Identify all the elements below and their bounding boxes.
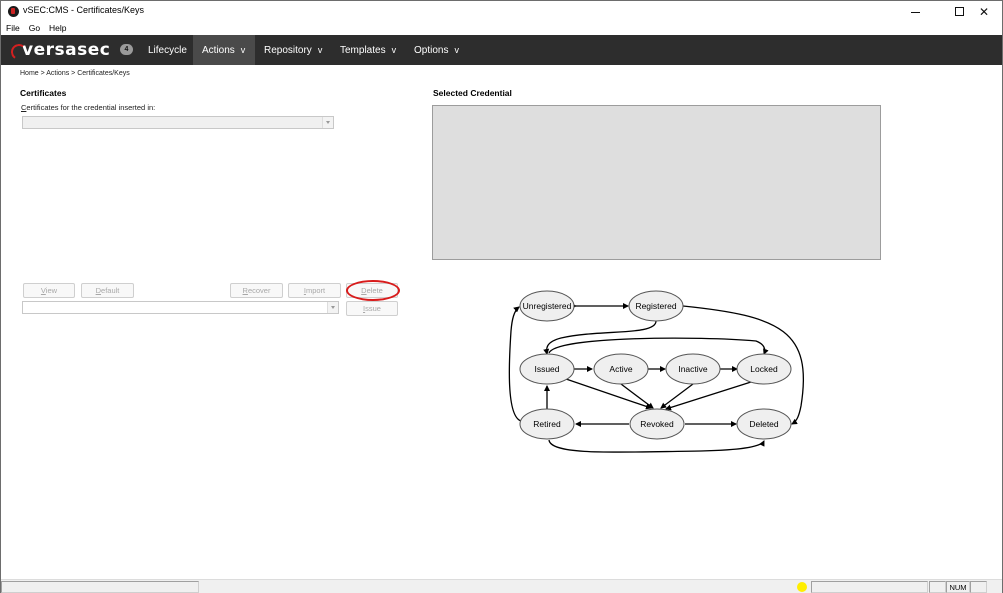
state-inactive: Inactive: [678, 364, 708, 374]
import-button-rest: mport: [305, 286, 326, 295]
status-pane-caps: [929, 581, 946, 593]
view-button[interactable]: View: [23, 283, 75, 298]
close-button[interactable]: ✕: [967, 1, 1001, 22]
status-pane-main: [1, 581, 199, 593]
status-pane-scroll: [970, 581, 987, 593]
brand-name: versasec: [22, 40, 111, 60]
state-issued: Issued: [534, 364, 559, 374]
close-icon: ✕: [978, 4, 990, 19]
status-num-indicator: NUM: [946, 581, 970, 593]
nav-options[interactable]: Options v: [405, 35, 467, 65]
menu-file[interactable]: File: [1, 22, 24, 35]
dropdown-arrow-icon[interactable]: [327, 302, 338, 313]
menu-help[interactable]: Help: [44, 22, 70, 35]
brand-swoosh-icon: [9, 42, 21, 58]
top-navigation: versasec 4 Lifecycle Actions v Repositor…: [1, 35, 1002, 65]
state-revoked: Revoked: [640, 419, 674, 429]
nav-templates[interactable]: Templates v: [330, 35, 403, 65]
key-select[interactable]: [22, 301, 339, 314]
certificates-field-label: Certificates for the credential inserted…: [21, 103, 155, 112]
state-unregistered: Unregistered: [523, 301, 572, 311]
nav-repository[interactable]: Repository v: [255, 35, 328, 65]
chevron-down-icon: v: [454, 45, 459, 55]
import-button[interactable]: Import: [288, 283, 341, 298]
nav-repository-label: Repository: [264, 44, 312, 56]
issue-button[interactable]: Issue: [346, 301, 398, 316]
window-title: vSEC:CMS - Certificates/Keys: [23, 5, 145, 15]
menu-go[interactable]: Go: [24, 22, 44, 35]
state-active: Active: [609, 364, 632, 374]
nav-actions-label: Actions: [202, 44, 235, 56]
minimize-button[interactable]: [898, 1, 932, 22]
chevron-down-icon: v: [391, 45, 397, 55]
recover-button[interactable]: Recover: [230, 283, 283, 298]
certificates-field-label-rest: ertificates for the credential inserted …: [26, 103, 156, 112]
nav-actions[interactable]: Actions v: [193, 35, 255, 65]
default-button-rest: efault: [101, 286, 120, 295]
dropdown-arrow-icon[interactable]: [322, 117, 333, 128]
state-locked: Locked: [750, 364, 778, 374]
nav-lifecycle[interactable]: Lifecycle: [141, 35, 191, 65]
breadcrumb: Home > Actions > Certificates/Keys: [20, 70, 130, 77]
issue-button-rest: ssue: [365, 304, 381, 313]
chevron-down-icon: v: [240, 45, 246, 55]
maximize-icon: [954, 7, 964, 16]
status-pane-progress: [811, 581, 928, 593]
status-bar: NUM: [1, 579, 1002, 593]
app-window: vSEC:CMS - Certificates/Keys ✕ File Go H…: [0, 0, 1003, 593]
delete-highlight-ring: [346, 280, 400, 301]
nav-options-label: Options: [414, 44, 449, 56]
certificates-heading: Certificates: [20, 88, 67, 98]
status-indicator-icon: [797, 582, 807, 592]
lifecycle-diagram: Unregistered Registered Issued Active In…: [508, 290, 805, 453]
chevron-down-icon: v: [317, 45, 323, 55]
nav-lifecycle-label: Lifecycle: [148, 44, 187, 56]
title-bar: vSEC:CMS - Certificates/Keys ✕: [1, 1, 1002, 22]
state-registered: Registered: [635, 301, 676, 311]
notification-badge[interactable]: 4: [120, 44, 133, 55]
menu-bar: File Go Help: [1, 22, 1002, 35]
recover-button-rest: ecover: [247, 286, 271, 295]
view-button-rest: iew: [45, 286, 58, 295]
minimize-icon: [910, 12, 920, 13]
state-retired: Retired: [533, 419, 561, 429]
brand-logo[interactable]: versasec: [9, 39, 110, 61]
selected-credential-panel: [432, 105, 881, 260]
nav-templates-label: Templates: [340, 44, 386, 56]
default-button[interactable]: Default: [81, 283, 134, 298]
credential-select[interactable]: [22, 116, 334, 129]
app-logo-icon: [8, 6, 19, 17]
state-deleted: Deleted: [749, 419, 779, 429]
selected-credential-heading: Selected Credential: [433, 88, 512, 98]
